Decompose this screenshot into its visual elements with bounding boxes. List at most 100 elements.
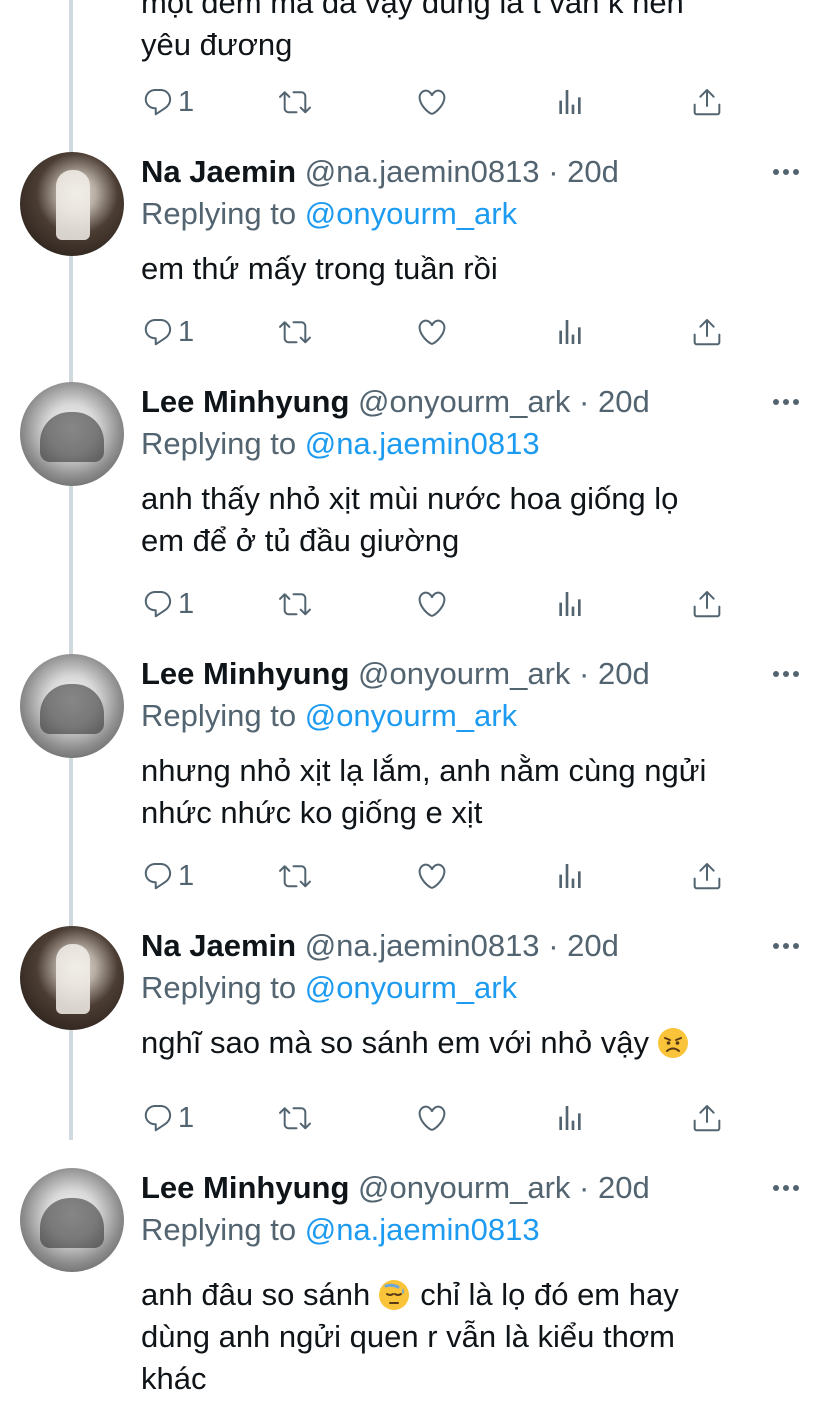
tweet-header: Lee Minhyung @onyourm_ark · 20d xyxy=(141,654,650,694)
username[interactable]: @onyourm_ark xyxy=(358,384,570,419)
retweet-button[interactable] xyxy=(279,1098,311,1138)
reply-button[interactable]: 1 xyxy=(142,1098,194,1138)
replying-label: Replying to xyxy=(141,196,297,231)
reply-icon xyxy=(144,862,172,890)
share-icon xyxy=(693,1105,721,1132)
tweet-text: anh thấy nhỏ xịt mùi nước hoa giống lọ e… xyxy=(141,478,811,562)
username[interactable]: @onyourm_ark xyxy=(358,1170,570,1205)
share-button[interactable] xyxy=(691,1098,723,1138)
replying-to-mention[interactable]: @onyourm_ark xyxy=(305,970,517,1005)
avatar[interactable] xyxy=(20,152,124,256)
avatar[interactable] xyxy=(20,1168,124,1272)
analytics-button[interactable] xyxy=(554,1098,586,1138)
retweet-button[interactable] xyxy=(279,856,311,896)
share-button[interactable] xyxy=(691,856,723,896)
username[interactable]: @onyourm_ark xyxy=(358,656,570,691)
like-button[interactable] xyxy=(416,856,448,896)
retweet-button[interactable] xyxy=(279,312,311,352)
timestamp[interactable]: 20d xyxy=(598,384,650,419)
tweet-text-line: em để ở tủ đầu giường xyxy=(141,523,460,558)
reply-count: 1 xyxy=(178,315,195,348)
share-button[interactable] xyxy=(691,312,723,352)
retweet-icon xyxy=(279,593,311,616)
replying-label: Replying to xyxy=(141,426,297,461)
tweet-header: Na Jaemin @na.jaemin0813 · 20d xyxy=(141,926,619,966)
like-icon xyxy=(418,863,446,889)
like-icon xyxy=(418,89,446,115)
like-button[interactable] xyxy=(416,1098,448,1138)
share-icon xyxy=(693,591,721,618)
separator-dot: · xyxy=(548,154,559,189)
more-icon xyxy=(773,1185,799,1191)
retweet-button[interactable] xyxy=(279,82,311,122)
share-icon xyxy=(693,319,721,346)
replying-to-mention[interactable]: @na.jaemin0813 xyxy=(305,1212,540,1247)
reply-icon xyxy=(144,1104,172,1132)
display-name[interactable]: Lee Minhyung xyxy=(141,1170,349,1205)
replying-to-mention[interactable]: @na.jaemin0813 xyxy=(305,426,540,461)
timestamp[interactable]: 20d xyxy=(598,1170,650,1205)
like-icon xyxy=(418,591,446,617)
avatar[interactable] xyxy=(20,654,124,758)
reply-count: 1 xyxy=(178,587,195,620)
retweet-icon xyxy=(279,321,311,344)
tweet-text: em thứ mấy trong tuần rồi xyxy=(141,248,811,290)
reply-button[interactable]: 1 xyxy=(142,312,194,352)
tweet-text-line: yêu đương xyxy=(141,27,293,62)
tweet-text-partial: một đêm mà đã vậy đúng là t vẫn k nên yê… xyxy=(141,0,801,66)
more-icon xyxy=(773,169,799,175)
display-name[interactable]: Lee Minhyung xyxy=(141,656,349,691)
like-button[interactable] xyxy=(416,584,448,624)
analytics-icon xyxy=(559,1106,581,1130)
tweet-text: anh đâu so sánh chỉ là lọ đó em hay dùng … xyxy=(141,1274,811,1400)
more-button[interactable] xyxy=(770,1168,802,1208)
tweet-text-segment: nghĩ sao mà so sánh em với nhỏ vậy xyxy=(141,1025,649,1060)
more-icon xyxy=(773,671,799,677)
timestamp[interactable]: 20d xyxy=(598,656,650,691)
more-button[interactable] xyxy=(770,654,802,694)
username[interactable]: @na.jaemin0813 xyxy=(305,928,540,963)
username[interactable]: @na.jaemin0813 xyxy=(305,154,540,189)
reply-count: 1 xyxy=(178,85,195,118)
analytics-icon xyxy=(559,592,581,616)
tweet-text-segment: anh đâu so sánh xyxy=(141,1277,371,1312)
tweet-text-line: nhưng nhỏ xịt lạ lắm, anh nằm cùng ngửi xyxy=(141,753,707,788)
display-name[interactable]: Na Jaemin xyxy=(141,928,296,963)
like-icon xyxy=(418,319,446,345)
more-button[interactable] xyxy=(770,382,802,422)
reply-button[interactable]: 1 xyxy=(142,584,194,624)
reply-button[interactable]: 1 xyxy=(142,856,194,896)
tweet-text-line: nghĩ sao mà so sánh em với nhỏ vậy xyxy=(141,1022,811,1064)
more-button[interactable] xyxy=(770,926,802,966)
timestamp[interactable]: 20d xyxy=(567,928,619,963)
analytics-button[interactable] xyxy=(554,584,586,624)
retweet-button[interactable] xyxy=(279,584,311,624)
analytics-icon xyxy=(559,864,581,888)
reply-icon xyxy=(144,590,172,618)
reply-button[interactable]: 1 xyxy=(142,82,194,122)
analytics-button[interactable] xyxy=(554,312,586,352)
tweet-actions: 1 xyxy=(0,1098,828,1138)
share-button[interactable] xyxy=(691,584,723,624)
analytics-button[interactable] xyxy=(554,856,586,896)
display-name[interactable]: Na Jaemin xyxy=(141,154,296,189)
replying-label: Replying to xyxy=(141,970,297,1005)
replying-to: Replying to @na.jaemin0813 xyxy=(141,424,540,464)
like-button[interactable] xyxy=(416,82,448,122)
tweet-text-line: khác xyxy=(141,1361,207,1396)
tweet-text-line: em thứ mấy trong tuần rồi xyxy=(141,251,498,286)
avatar[interactable] xyxy=(20,926,124,1030)
more-button[interactable] xyxy=(770,152,802,192)
replying-to-mention[interactable]: @onyourm_ark xyxy=(305,698,517,733)
replying-to: Replying to @onyourm_ark xyxy=(141,194,517,234)
reply-icon xyxy=(144,88,172,116)
analytics-button[interactable] xyxy=(554,82,586,122)
display-name[interactable]: Lee Minhyung xyxy=(141,384,349,419)
timestamp[interactable]: 20d xyxy=(567,154,619,189)
tweet-text-line: anh thấy nhỏ xịt mùi nước hoa giống lọ xyxy=(141,481,679,516)
like-button[interactable] xyxy=(416,312,448,352)
replying-to-mention[interactable]: @onyourm_ark xyxy=(305,196,517,231)
avatar[interactable] xyxy=(20,382,124,486)
tweet-text-line: anh đâu so sánh chỉ là lọ đó em hay xyxy=(141,1274,811,1316)
share-button[interactable] xyxy=(691,82,723,122)
